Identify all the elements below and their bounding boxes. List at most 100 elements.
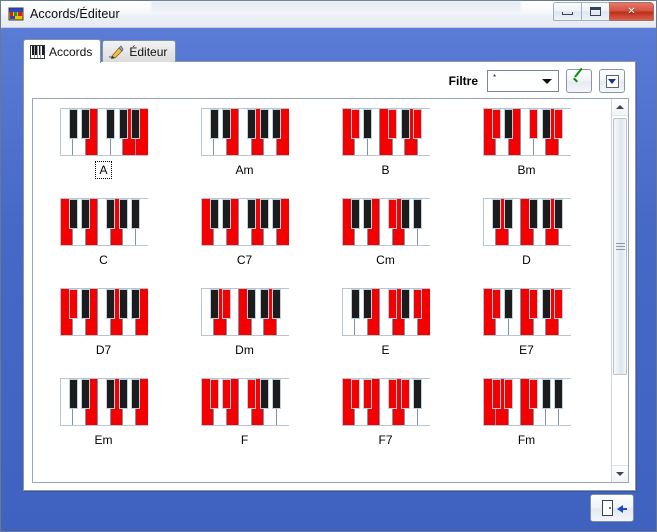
- black-key[interactable]: [68, 109, 78, 139]
- piano-keyboard-E7[interactable]: [482, 288, 571, 336]
- chord-label[interactable]: F7: [375, 432, 395, 448]
- black-key[interactable]: [131, 199, 140, 229]
- black-key[interactable]: [259, 379, 269, 409]
- black-key[interactable]: [388, 199, 397, 229]
- close-button[interactable]: ×: [609, 2, 654, 21]
- piano-keyboard-B[interactable]: [341, 108, 430, 156]
- black-key[interactable]: [131, 109, 140, 139]
- black-key[interactable]: [413, 109, 422, 139]
- black-key[interactable]: [413, 199, 422, 229]
- black-key[interactable]: [247, 109, 256, 139]
- maximize-button[interactable]: [581, 2, 610, 21]
- black-key[interactable]: [272, 109, 281, 139]
- black-key[interactable]: [400, 289, 410, 319]
- black-key[interactable]: [363, 199, 372, 229]
- chord-item[interactable]: Am: [174, 105, 315, 195]
- black-key[interactable]: [541, 109, 551, 139]
- black-key[interactable]: [363, 289, 372, 319]
- black-key[interactable]: [272, 199, 281, 229]
- piano-keyboard-Em[interactable]: [59, 378, 148, 426]
- black-key[interactable]: [222, 289, 231, 319]
- black-key[interactable]: [81, 199, 90, 229]
- chord-label[interactable]: Em: [92, 432, 116, 448]
- piano-keyboard-D7[interactable]: [59, 288, 148, 336]
- chord-item[interactable]: D7: [33, 285, 174, 375]
- black-key[interactable]: [504, 289, 513, 319]
- chord-label[interactable]: B: [378, 162, 392, 178]
- tab-editeur[interactable]: Éditeur: [102, 40, 177, 62]
- black-key[interactable]: [118, 109, 128, 139]
- black-key[interactable]: [209, 199, 219, 229]
- black-key[interactable]: [554, 109, 563, 139]
- black-key[interactable]: [554, 379, 563, 409]
- black-key[interactable]: [81, 289, 90, 319]
- chord-item[interactable]: A: [33, 105, 174, 195]
- tab-accords[interactable]: Accords: [23, 39, 102, 63]
- chord-label[interactable]: Dm: [232, 342, 257, 358]
- filter-combobox[interactable]: *: [487, 70, 559, 92]
- black-key[interactable]: [400, 109, 410, 139]
- black-key[interactable]: [529, 199, 538, 229]
- chord-label[interactable]: C: [96, 252, 111, 268]
- chord-label[interactable]: Bm: [515, 162, 539, 178]
- black-key[interactable]: [68, 199, 78, 229]
- black-key[interactable]: [222, 199, 231, 229]
- chord-label[interactable]: Cm: [373, 252, 398, 268]
- piano-keyboard-D[interactable]: [482, 198, 571, 246]
- black-key[interactable]: [247, 379, 256, 409]
- black-key[interactable]: [118, 199, 128, 229]
- black-key[interactable]: [81, 109, 90, 139]
- chord-item[interactable]: F7: [315, 375, 456, 465]
- black-key[interactable]: [504, 379, 513, 409]
- black-key[interactable]: [491, 109, 501, 139]
- black-key[interactable]: [529, 289, 538, 319]
- black-key[interactable]: [388, 379, 397, 409]
- black-key[interactable]: [388, 109, 397, 139]
- scrollbar-thumb[interactable]: [613, 118, 627, 375]
- piano-keyboard-F[interactable]: [200, 378, 289, 426]
- black-key[interactable]: [272, 379, 281, 409]
- black-key[interactable]: [209, 379, 219, 409]
- piano-keyboard-Am[interactable]: [200, 108, 289, 156]
- black-key[interactable]: [350, 199, 360, 229]
- chord-item[interactable]: E7: [456, 285, 597, 375]
- chord-listbox[interactable]: A Am B Bm C C7 Cm D D7 Dm E E7 Em F F7 Fm: [32, 98, 629, 483]
- piano-keyboard-Cm[interactable]: [341, 198, 430, 246]
- black-key[interactable]: [259, 199, 269, 229]
- chord-label[interactable]: C7: [234, 252, 255, 268]
- chord-item[interactable]: B: [315, 105, 456, 195]
- black-key[interactable]: [554, 199, 563, 229]
- chord-label[interactable]: Fm: [515, 432, 538, 448]
- chord-item[interactable]: E: [315, 285, 456, 375]
- black-key[interactable]: [529, 109, 538, 139]
- black-key[interactable]: [400, 199, 410, 229]
- black-key[interactable]: [272, 289, 281, 319]
- black-key[interactable]: [209, 109, 219, 139]
- piano-keyboard-Dm[interactable]: [200, 288, 289, 336]
- black-key[interactable]: [106, 379, 115, 409]
- black-key[interactable]: [131, 289, 140, 319]
- black-key[interactable]: [118, 289, 128, 319]
- chord-item[interactable]: C: [33, 195, 174, 285]
- black-key[interactable]: [350, 379, 360, 409]
- chevron-down-icon[interactable]: [542, 79, 552, 84]
- apply-filter-button[interactable]: [566, 69, 592, 93]
- piano-keyboard-E[interactable]: [341, 288, 430, 336]
- chord-item[interactable]: Fm: [456, 375, 597, 465]
- black-key[interactable]: [106, 289, 115, 319]
- black-key[interactable]: [209, 289, 219, 319]
- black-key[interactable]: [400, 379, 410, 409]
- black-key[interactable]: [68, 379, 78, 409]
- chord-item[interactable]: Bm: [456, 105, 597, 195]
- minimize-button[interactable]: [553, 2, 582, 21]
- black-key[interactable]: [363, 379, 372, 409]
- black-key[interactable]: [106, 199, 115, 229]
- piano-keyboard-F7[interactable]: [341, 378, 430, 426]
- chord-label[interactable]: D7: [93, 342, 114, 358]
- black-key[interactable]: [118, 379, 128, 409]
- black-key[interactable]: [554, 289, 563, 319]
- piano-keyboard-C7[interactable]: [200, 198, 289, 246]
- black-key[interactable]: [350, 109, 360, 139]
- black-key[interactable]: [259, 289, 269, 319]
- black-key[interactable]: [541, 289, 551, 319]
